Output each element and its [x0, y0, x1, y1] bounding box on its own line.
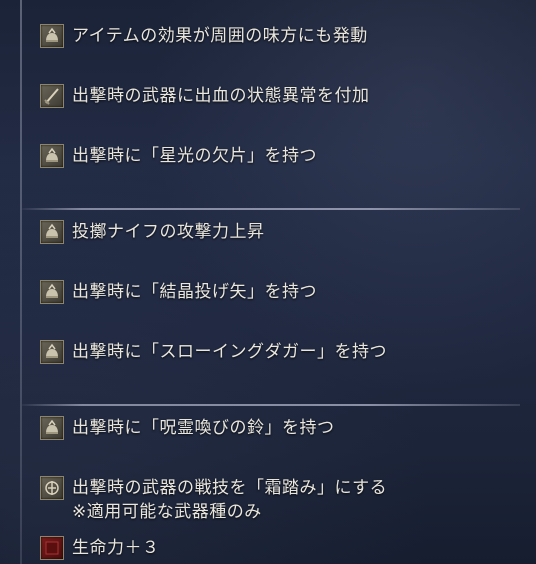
effect-row[interactable]: 出撃時に「呪霊喚びの鈴」を持つ [40, 416, 335, 440]
effect-text: 出撃時に「呪霊喚びの鈴」を持つ [72, 418, 335, 438]
effect-row[interactable]: 出撃時に「スローイングダガー」を持つ [40, 340, 387, 364]
group-divider [22, 404, 520, 406]
effect-text-line1: 出撃時の武器の戦技を「霜踏み」にする [72, 478, 388, 498]
effect-text: 出撃時に「スローイングダガー」を持つ [72, 342, 387, 362]
item-icon [40, 24, 64, 48]
panel-left-edge [20, 0, 22, 564]
item-icon [40, 220, 64, 244]
effect-text: アイテムの効果が周囲の味方にも発動 [72, 26, 368, 46]
item-icon [40, 280, 64, 304]
item-icon [40, 144, 64, 168]
effect-row[interactable]: 生命力＋３ [40, 536, 160, 560]
weapon-icon [40, 84, 64, 108]
effect-text: 出撃時に「結晶投げ矢」を持つ [72, 282, 317, 302]
effect-row[interactable]: 出撃時に「星光の欠片」を持つ [40, 144, 317, 168]
effect-text: 出撃時の武器の戦技を「霜踏み」にする ※適用可能な武器種のみ [72, 476, 387, 524]
effect-text: 生命力＋３ [72, 538, 160, 558]
vigor-icon [40, 536, 64, 560]
effect-text: 出撃時に「星光の欠片」を持つ [72, 146, 317, 166]
group-divider [22, 208, 520, 210]
effect-row[interactable]: 出撃時の武器の戦技を「霜踏み」にする ※適用可能な武器種のみ [40, 476, 387, 524]
effect-row[interactable]: 出撃時に「結晶投げ矢」を持つ [40, 280, 317, 304]
relic-effects-panel: アイテムの効果が周囲の味方にも発動 出撃時の武器に出血の状態異常を付加 出撃時に… [0, 0, 536, 564]
skill-icon [40, 476, 64, 500]
effect-text: 投擲ナイフの攻撃力上昇 [72, 222, 265, 242]
effect-row[interactable]: 出撃時の武器に出血の状態異常を付加 [40, 84, 370, 108]
effect-row[interactable]: 投擲ナイフの攻撃力上昇 [40, 220, 265, 244]
item-icon [40, 340, 64, 364]
item-icon [40, 416, 64, 440]
effect-text: 出撃時の武器に出血の状態異常を付加 [72, 86, 370, 106]
effect-row[interactable]: アイテムの効果が周囲の味方にも発動 [40, 24, 368, 48]
effect-text-note: ※適用可能な武器種のみ [72, 502, 262, 522]
